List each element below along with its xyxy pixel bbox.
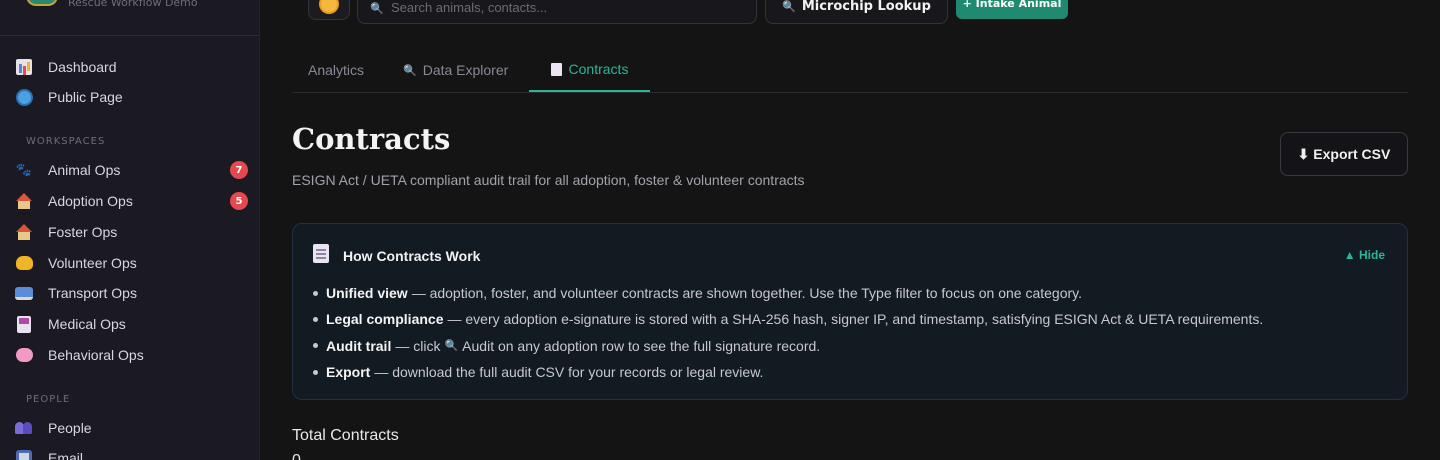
sidebar: Rescue Workflow Demo Dashboard Public Pa… [0,0,260,460]
bus-icon [14,283,34,303]
medical-icon [14,314,34,334]
list-item: Legal compliance — every adoption e-sign… [313,306,1383,332]
sidebar-item-label: Dashboard [48,59,117,75]
total-contracts-value: 0 [292,452,301,460]
tab-contracts[interactable]: Contracts [529,48,650,92]
list-item-text: — download the full audit CSV for your r… [374,364,764,381]
sidebar-item-label: Animal Ops [48,162,121,178]
sidebar-item-label: Email [48,450,84,460]
hide-panel-button[interactable]: ▲ Hide [1344,248,1385,262]
search-input[interactable]: 🔍 Search animals, contacts... [357,0,757,24]
list-item-term: Audit trail [326,337,392,354]
document-icon [550,62,562,76]
theme-toggle-button[interactable] [308,0,350,20]
sidebar-item-label: People [48,420,92,436]
magnifier-icon: 🔍 [444,340,459,353]
list-item-text: — adoption, foster, and volunteer contra… [411,285,1083,302]
sidebar-item-people[interactable]: People [0,414,259,442]
sidebar-item-foster-ops[interactable]: Foster Ops [0,218,259,246]
intake-animal-button[interactable]: + Intake Animal [956,0,1068,19]
tab-label: Analytics [308,62,365,78]
count-badge: 5 [230,192,248,210]
export-csv-button[interactable]: ⬇ Export CSV [1280,132,1408,176]
how-contracts-work-panel: How Contracts Work ▲ Hide Unified view —… [292,223,1408,400]
sidebar-item-medical-ops[interactable]: Medical Ops [0,310,259,338]
brand-subtitle: Rescue Workflow Demo [68,0,198,9]
bar-chart-icon [14,57,34,77]
people-icon [14,418,34,438]
panel-title: How Contracts Work [343,248,481,264]
section-label-workspaces: WORKSPACES [26,136,106,147]
sidebar-item-label: Behavioral Ops [48,347,144,363]
list-item-term: Unified view [326,285,408,302]
magnifier-icon: 🔍 [403,64,417,77]
sidebar-item-volunteer-ops[interactable]: Volunteer Ops [0,249,259,277]
count-badge: 7 [230,161,248,179]
sidebar-item-label: Volunteer Ops [48,255,137,271]
page-title: Contracts [292,122,451,156]
sidebar-item-transport-ops[interactable]: Transport Ops [0,279,259,307]
search-placeholder: Search animals, contacts... [391,0,548,15]
section-label-people: PEOPLE [26,394,71,405]
sidebar-item-email[interactable]: Email [0,444,259,460]
tab-label: Contracts [568,61,629,77]
tab-data-explorer[interactable]: 🔍 Data Explorer [403,48,508,92]
tab-bar: Analytics 🔍 Data Explorer Contracts [292,48,1408,93]
list-item: Unified view — adoption, foster, and vol… [313,280,1383,306]
sun-icon [321,0,337,12]
info-list: Unified view — adoption, foster, and vol… [313,280,1383,385]
list-item-term: Legal compliance [326,311,444,328]
brand: Rescue Workflow Demo [0,0,259,36]
sidebar-item-label: Adoption Ops [48,193,133,209]
globe-icon [14,87,34,107]
sidebar-item-adoption-ops[interactable]: Adoption Ops 5 [0,187,259,215]
brain-icon [14,345,34,365]
sidebar-item-label: Public Page [48,89,123,105]
brand-logo [26,0,58,6]
sidebar-item-public-page[interactable]: Public Page [0,83,259,111]
house-icon [14,191,34,211]
bullet [313,343,318,349]
tab-analytics[interactable]: Analytics [308,48,364,92]
list-item-text: — every adoption e-signature is stored w… [447,311,1264,328]
bullet [313,290,318,296]
sidebar-item-behavioral-ops[interactable]: Behavioral Ops [0,341,259,369]
paw-icon: 🐾 [15,162,33,178]
handshake-icon [14,253,34,273]
magnifier-icon: 🔍 [782,0,796,13]
document-icon [313,244,329,263]
mail-icon [14,448,34,460]
sidebar-item-dashboard[interactable]: Dashboard [0,53,259,81]
list-item-text: — click [395,337,441,354]
sidebar-item-label: Foster Ops [48,224,118,240]
list-item-term: Export [326,364,371,381]
sidebar-item-label: Transport Ops [48,285,137,301]
microchip-lookup-button[interactable]: 🔍 Microchip Lookup [765,0,948,24]
list-item: Export — download the full audit CSV for… [313,359,1383,385]
bullet [313,316,318,322]
house-icon [14,222,34,242]
list-item: Audit trail — click 🔍 Audit on any adopt… [313,333,1383,359]
page-subtitle: ESIGN Act / UETA compliant audit trail f… [292,172,805,188]
total-contracts-label: Total Contracts [292,427,399,444]
magnifier-icon: 🔍 [370,2,384,15]
sidebar-item-label: Medical Ops [48,316,126,332]
sidebar-item-animal-ops[interactable]: 🐾 Animal Ops 7 [0,156,259,184]
list-item-text: Audit on any adoption row to see the ful… [462,337,821,354]
bullet [313,369,318,375]
microchip-lookup-label: Microchip Lookup [801,0,931,14]
tab-label: Data Explorer [422,62,509,78]
